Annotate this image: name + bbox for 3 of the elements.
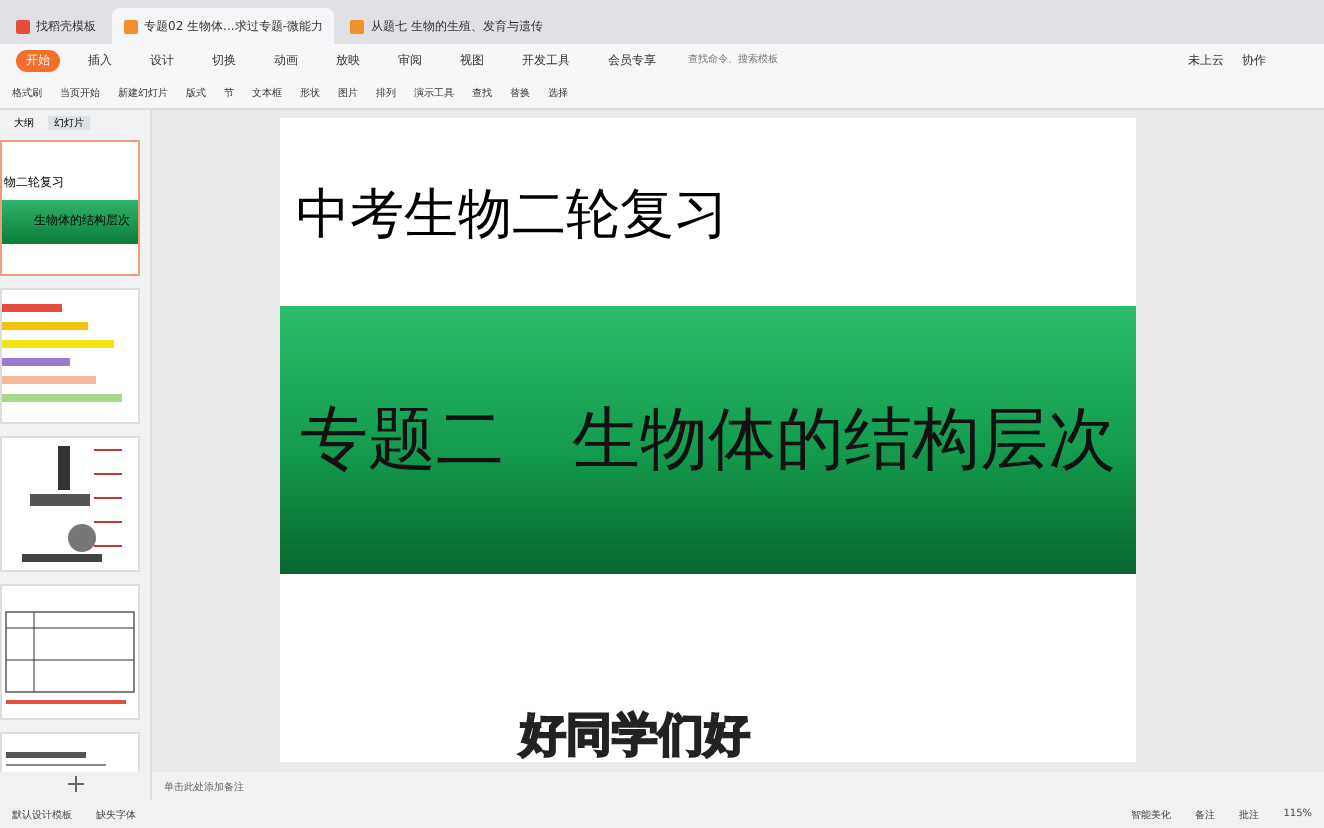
slide-banner: 专题二 生物体的结构层次 — [280, 306, 1136, 574]
video-subtitle: 好同学们好 — [520, 708, 750, 766]
slide-title: 中考生物二轮复习 — [294, 182, 730, 250]
